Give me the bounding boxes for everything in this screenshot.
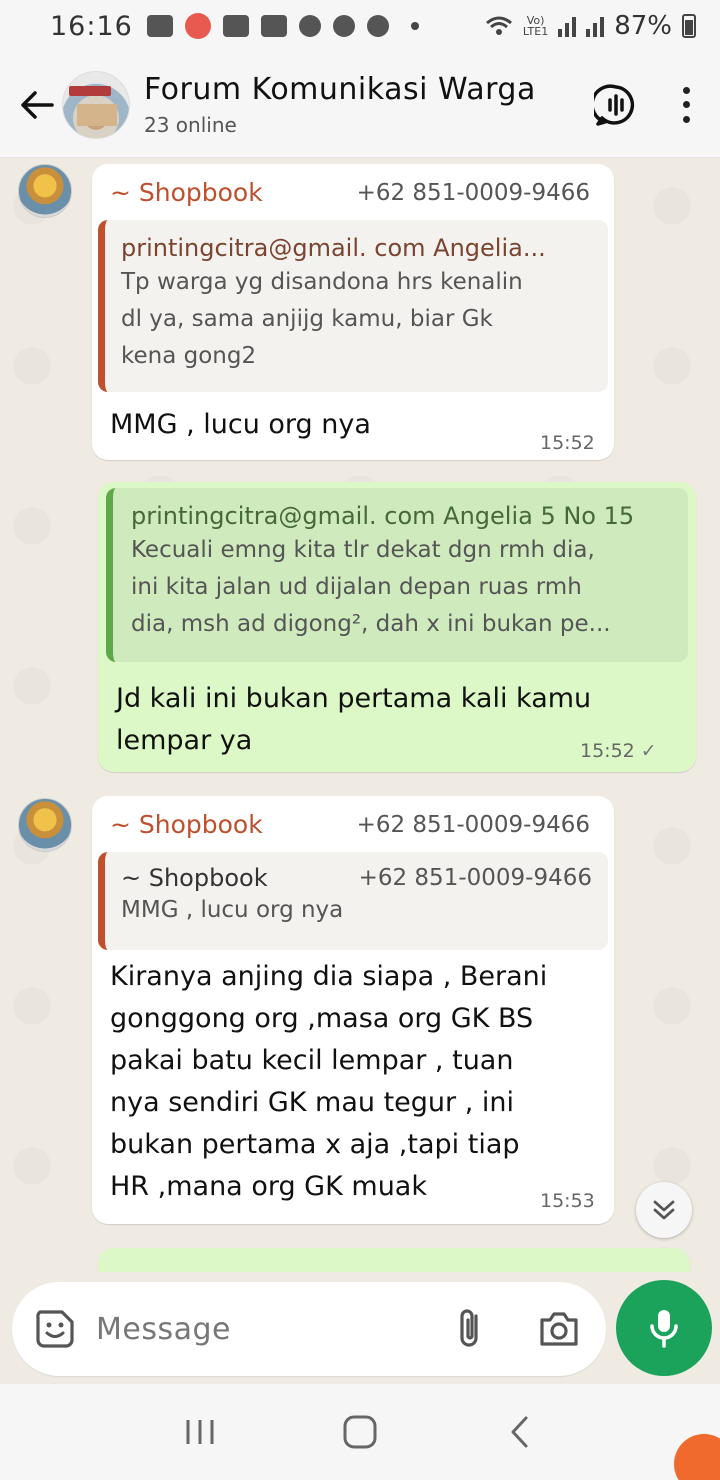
quote-author: printingcitra@gmail. com Angelia... (121, 234, 546, 262)
sender-phone: +62 851-0009-9466 (356, 811, 590, 838)
wifi-icon (485, 16, 512, 35)
sender-row: ~ Shopbook +62 851-0009-9466 (110, 178, 590, 207)
group-avatar-building (77, 103, 117, 126)
sender-avatar[interactable] (18, 164, 72, 218)
message-line: Kiranya anjing dia siapa , Berani (110, 961, 548, 992)
chat-area[interactable]: ~ Shopbook +62 851-0009-9466 printingcit… (0, 158, 720, 1272)
message-line: bukan pertama x aja ,tapi tiap (110, 1129, 520, 1160)
status-bar: 16:16 Vo) LTE1 87% (0, 0, 720, 52)
online-count: 23 online (144, 113, 237, 137)
more-options-icon[interactable] (680, 86, 692, 123)
message-time: 15:52 ✓ (580, 740, 657, 762)
recents-icon (186, 1420, 214, 1444)
system-nav-bar (0, 1384, 720, 1480)
quote-line: dl ya, sama anjijg kamu, biar Gk (121, 306, 493, 332)
message-notification-icon (146, 15, 173, 37)
message-time-text: 15:52 (580, 740, 635, 762)
youtube-notification-icon (260, 15, 287, 37)
header-text[interactable]: Forum Komunikasi Warga 23 online (144, 72, 536, 137)
message-line: nya sendiri GK mau tegur , ini (110, 1087, 514, 1118)
header-actions (594, 83, 692, 127)
quote-line: Tp warga yg disandona hrs kenalin (121, 269, 523, 295)
emoji-icon[interactable] (32, 1306, 78, 1352)
sender-name[interactable]: ~ Shopbook (110, 178, 263, 207)
message-text: Kiranya anjing dia siapa , Berani gonggo… (110, 956, 547, 1208)
status-time: 16:16 (50, 10, 133, 42)
incoming-message-bubble[interactable]: ~ Shopbook +62 851-0009-9466 ~ Shopbook … (92, 796, 614, 1224)
message-line: lempar ya (116, 725, 253, 756)
message-line: HR ,mana org GK muak (110, 1171, 427, 1202)
incoming-message-bubble[interactable]: ~ Shopbook +62 851-0009-9466 printingcit… (92, 164, 614, 460)
nav-back-button[interactable] (500, 1412, 540, 1452)
message-input-placeholder[interactable]: Message (96, 1312, 231, 1347)
group-avatar-banner (69, 85, 111, 96)
quote-line: kena gong2 (121, 343, 257, 369)
input-bar: Message (0, 1272, 720, 1384)
quoted-message[interactable]: printingcitra@gmail. com Angelia 5 No 15… (106, 488, 688, 662)
sender-avatar[interactable] (18, 798, 72, 852)
sent-check-icon: ✓ (640, 740, 657, 762)
message-time: 15:53 (540, 1190, 595, 1212)
quote-text: Kecuali emng kita tlr dekat dgn rmh dia,… (131, 532, 670, 643)
camera-icon[interactable] (536, 1306, 582, 1352)
group-call-icon[interactable] (594, 83, 638, 127)
quote-author: ~ Shopbook (121, 864, 268, 892)
lte-indicator: Vo) LTE1 (522, 14, 549, 38)
message-line: pakai batu kecil lempar , tuan (110, 1045, 514, 1076)
mic-icon (650, 1310, 678, 1348)
notification-icons (146, 13, 429, 39)
quote-line: dia, msh ad digong², dah x ini bukan pe.… (131, 611, 611, 637)
message-text: Jd kali ini bukan pertama kali kamu lemp… (116, 678, 591, 762)
battery-percent: 87% (614, 11, 672, 41)
quote-line: MMG , lucu org nya (121, 897, 344, 923)
quote-line: ini kita jalan ud dijalan depan ruas rmh (131, 574, 582, 600)
quote-text: Tp warga yg disandona hrs kenalin dl ya,… (121, 264, 592, 375)
outgoing-message-bubble[interactable]: printingcitra@gmail. com Angelia 5 No 15… (98, 482, 696, 772)
more-notifications-dot-icon (410, 22, 419, 30)
app-notification-icon (184, 13, 211, 39)
quoted-message[interactable]: printingcitra@gmail. com Angelia... Tp w… (98, 220, 608, 392)
back-button[interactable] (12, 80, 62, 130)
quote-line: Kecuali emng kita tlr dekat dgn rmh dia, (131, 537, 595, 563)
home-button[interactable] (340, 1412, 380, 1452)
gift-notification-icon (222, 15, 249, 37)
sender-row: ~ Shopbook +62 851-0009-9466 (110, 810, 590, 839)
sender-phone: +62 851-0009-9466 (356, 179, 590, 206)
message-input-field[interactable]: Message (12, 1282, 606, 1376)
status-right: Vo) LTE1 87% (485, 11, 696, 41)
scroll-down-button[interactable] (636, 1182, 692, 1238)
signal-1-icon (558, 15, 577, 37)
nav-back-icon (511, 1416, 528, 1448)
battery-icon (682, 14, 696, 38)
message-time: 15:52 (540, 432, 595, 454)
recents-button[interactable] (180, 1412, 220, 1452)
owl-notification-icon-2 (366, 15, 389, 37)
mic-button[interactable] (616, 1280, 712, 1376)
message-line: gonggong org ,masa org GK BS (110, 1003, 534, 1034)
quoted-message[interactable]: ~ Shopbook +62 851-0009-9466 MMG , lucu … (98, 852, 608, 950)
message-text: MMG , lucu org nya (110, 409, 371, 440)
group-title: Forum Komunikasi Warga (144, 72, 536, 107)
message-line: Jd kali ini bukan pertama kali kamu (116, 683, 592, 714)
home-icon (343, 1415, 377, 1449)
shield-notification-icon (332, 15, 355, 37)
sender-name[interactable]: ~ Shopbook (110, 810, 263, 839)
scroll-down-icon (653, 1200, 675, 1220)
attach-icon[interactable] (450, 1306, 490, 1352)
signal-2-icon (586, 15, 605, 37)
group-avatar[interactable] (62, 70, 130, 139)
quote-author: printingcitra@gmail. com Angelia 5 No 15 (131, 502, 635, 530)
quote-header: ~ Shopbook +62 851-0009-9466 (121, 864, 592, 892)
back-arrow-icon (21, 90, 54, 119)
next-message-bubble[interactable] (98, 1248, 690, 1272)
chat-header: Forum Komunikasi Warga 23 online (0, 52, 720, 158)
quote-phone: +62 851-0009-9466 (358, 865, 592, 891)
owl-notification-icon (298, 15, 321, 37)
